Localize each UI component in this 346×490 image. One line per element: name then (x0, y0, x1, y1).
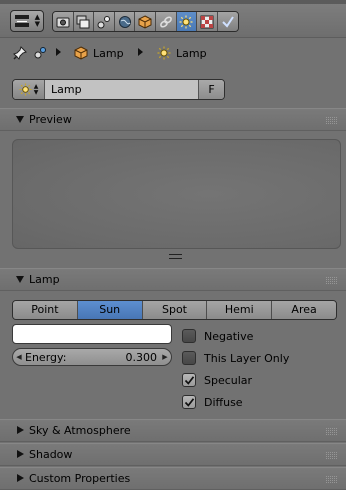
drag-grip-icon[interactable] (326, 117, 338, 124)
checkbox-box[interactable] (182, 395, 196, 409)
tab-texture[interactable] (197, 12, 218, 31)
lamp-type-point[interactable]: Point (13, 301, 78, 319)
checkbox-label: Negative (204, 329, 254, 343)
breadcrumb: Lamp Lamp (0, 38, 346, 70)
tab-world[interactable] (114, 12, 136, 31)
increment-arrow-icon[interactable]: ▶ (159, 353, 171, 361)
lamp-sun-icon (19, 83, 32, 96)
energy-slider[interactable]: ◀ Energy: 0.300 ▶ (12, 348, 172, 366)
breadcrumb-object-label: Lamp (93, 46, 124, 60)
checkbox-box[interactable] (182, 351, 196, 365)
tab-scene[interactable] (94, 12, 115, 31)
breadcrumb-separator-icon (56, 48, 61, 56)
preview-resize-handle[interactable] (169, 254, 182, 259)
checkbox-box[interactable] (182, 329, 196, 343)
checkmark-icon (184, 375, 194, 385)
panel-title: Sky & Atmosphere (29, 424, 131, 437)
energy-label: Energy: (25, 350, 67, 364)
specular-checkbox[interactable]: Specular (182, 369, 342, 391)
tab-constraints[interactable] (155, 12, 177, 31)
lamp-sun-icon (157, 46, 171, 60)
lamp-type-spot[interactable]: Spot (142, 301, 208, 319)
expand-triangle-icon (17, 426, 24, 434)
pin-icon (13, 46, 27, 60)
checkbox-label: Specular (204, 373, 253, 387)
checkbox-box[interactable] (182, 373, 196, 387)
object-icon (138, 14, 152, 29)
up-down-arrows-icon: ▲ ▼ (34, 13, 40, 28)
lamp-data-icon (179, 15, 193, 28)
preview-area (12, 139, 341, 249)
up-down-arrows-icon: ▲ ▼ (33, 82, 39, 96)
drag-grip-icon[interactable] (326, 277, 338, 284)
modifiers-icon (222, 15, 234, 28)
panel-preview-header[interactable]: Preview (0, 108, 346, 131)
collapse-triangle-icon (16, 276, 24, 283)
breadcrumb-separator-icon (138, 48, 143, 56)
panel-lamp-header[interactable]: Lamp (0, 268, 346, 291)
energy-value: 0.300 (125, 350, 158, 364)
fake-user-button[interactable]: F (198, 80, 224, 99)
checkbox-label: This Layer Only (204, 351, 290, 365)
render-layers-icon (76, 15, 90, 28)
diffuse-checkbox[interactable]: Diffuse (182, 391, 342, 413)
negative-checkbox[interactable]: Negative (182, 325, 342, 347)
panel-sky-atmosphere-header[interactable]: Sky & Atmosphere (0, 419, 346, 442)
lamp-name-field[interactable]: Lamp (45, 80, 198, 99)
breadcrumb-lamp[interactable]: Lamp (157, 46, 207, 60)
properties-header: ▲ ▼ (0, 4, 346, 38)
panel-title: Custom Properties (29, 472, 131, 485)
constraints-icon (159, 15, 172, 28)
drag-grip-icon[interactable] (326, 476, 338, 483)
lamp-type-hemi[interactable]: Hemi (207, 301, 273, 319)
editor-type-button[interactable]: ▲ ▼ (10, 10, 44, 32)
tab-render-layers[interactable] (73, 12, 95, 31)
world-icon (118, 15, 131, 28)
lamp-color-swatch[interactable] (12, 324, 172, 344)
breadcrumb-lamp-label: Lamp (176, 46, 207, 60)
decrement-arrow-icon[interactable]: ◀ (13, 353, 25, 361)
breadcrumb-object-data[interactable] (33, 46, 49, 60)
expand-triangle-icon (17, 450, 24, 458)
pin-toggle[interactable] (13, 46, 27, 60)
panel-title: Lamp (29, 273, 60, 286)
context-tabs (52, 11, 240, 32)
collapse-triangle-icon (16, 116, 24, 123)
scene-icon (97, 15, 110, 28)
render-icon (56, 17, 70, 27)
drag-grip-icon[interactable] (326, 452, 338, 459)
this-layer-only-checkbox[interactable]: This Layer Only (182, 347, 342, 369)
expand-triangle-icon (17, 474, 24, 482)
lamp-options: Negative This Layer Only Specular Diffus… (182, 325, 342, 413)
lamp-datablock-selector: ▲ ▼ Lamp F (12, 79, 225, 100)
properties-editor-icon (15, 15, 29, 27)
object-cube-icon (74, 46, 88, 60)
panel-title: Preview (29, 113, 72, 126)
panel-shadow-header[interactable]: Shadow (0, 443, 346, 466)
panel-custom-properties-header[interactable]: Custom Properties (0, 467, 346, 490)
lamp-type-selector: Point Sun Spot Hemi Area (12, 300, 337, 320)
panel-title: Shadow (29, 448, 73, 461)
tab-lamp-data[interactable] (176, 12, 198, 31)
breadcrumb-object[interactable]: Lamp (74, 46, 124, 60)
drag-grip-icon[interactable] (326, 428, 338, 435)
tab-object[interactable] (135, 12, 156, 31)
object-data-icon (34, 47, 46, 59)
texture-icon (200, 15, 214, 28)
lamp-type-sun[interactable]: Sun (77, 301, 143, 319)
tab-render[interactable] (53, 12, 74, 31)
checkmark-icon (184, 397, 194, 407)
lamp-type-area[interactable]: Area (272, 301, 336, 319)
tab-modifiers[interactable] (217, 12, 239, 31)
browse-lamp-button[interactable]: ▲ ▼ (13, 80, 45, 99)
checkbox-label: Diffuse (204, 395, 243, 409)
